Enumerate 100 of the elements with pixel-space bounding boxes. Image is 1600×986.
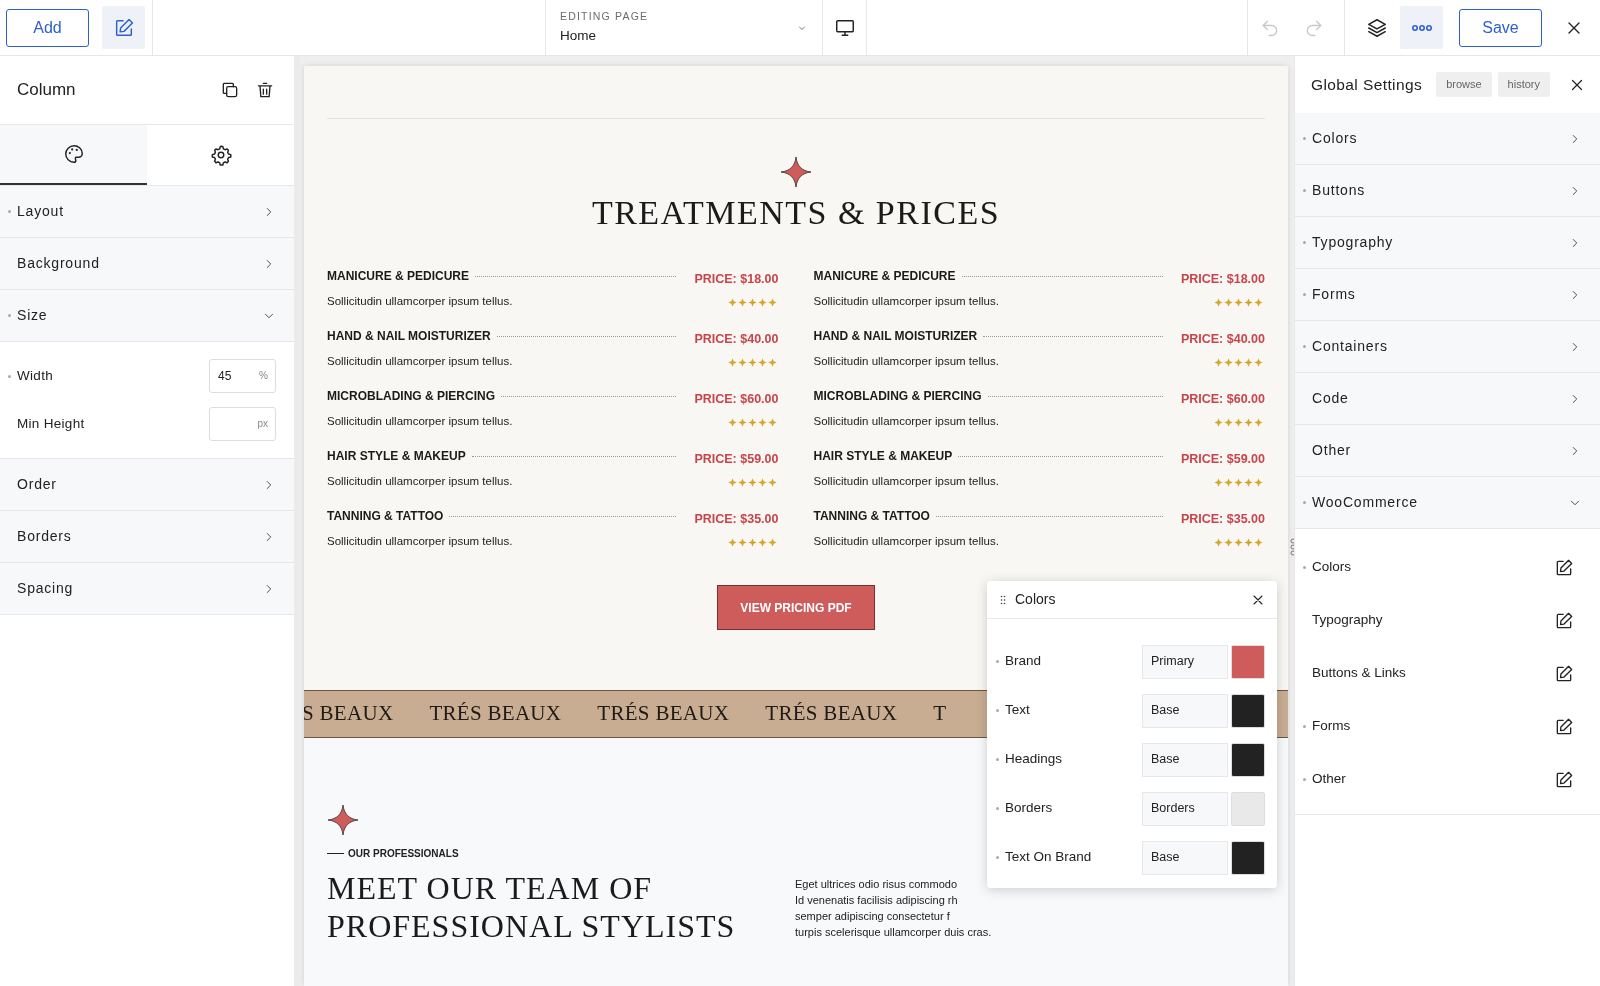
marquee-text: T (933, 700, 947, 728)
treatment-description: Sollicitudin ullamcorper ipsum tellus. (813, 354, 1000, 370)
eyebrow-label: OUR PROFESSIONALS (348, 847, 459, 861)
section-label: Spacing (17, 579, 75, 598)
price-label: PRICE: $40.00 (1180, 330, 1265, 348)
treatment-name: MICROBLADING & PIERCING (813, 388, 982, 405)
treatment-description: Sollicitudin ullamcorper ipsum tellus. (327, 534, 514, 550)
section-label: Borders (17, 527, 73, 546)
color-swatch[interactable] (1231, 742, 1265, 777)
edit-icon[interactable] (1554, 610, 1574, 631)
add-button[interactable]: Add (6, 8, 89, 47)
price-label: PRICE: $59.00 (1180, 450, 1265, 468)
dots-icon (1411, 24, 1432, 31)
section-label: Containers (1312, 337, 1389, 356)
sparkle-icon (327, 804, 359, 836)
marquee-text: TRÉS BEAUX (597, 700, 730, 728)
settings-item[interactable]: Forms (1312, 716, 1554, 737)
settings-item[interactable]: Typography (1312, 610, 1554, 631)
paragraph-line: turpis scelerisque ullamcorper duis cras. (795, 925, 992, 940)
paragraph-line: Eget ultrices odio risus commodo (795, 877, 958, 892)
treatment-description: Sollicitudin ullamcorper ipsum tellus. (813, 534, 1000, 550)
section-header[interactable]: Size (0, 290, 294, 342)
paragraph-line: Id venenatis facilisis adipiscing rh (795, 893, 959, 908)
section-header[interactable]: Background (0, 238, 294, 290)
section-header[interactable]: Other (1295, 425, 1600, 477)
edit-icon[interactable] (1554, 769, 1574, 790)
price-label: PRICE: $18.00 (1180, 270, 1265, 288)
section-header[interactable]: Buttons (1295, 165, 1600, 217)
tag-button[interactable]: browse (1436, 72, 1492, 97)
treatment-name: TANNING & TATTOO (327, 508, 444, 525)
treatment-name: MANICURE & PEDICURE (327, 268, 469, 285)
color-label: Borders (1005, 799, 1054, 818)
panel-title: Global Settings (1311, 74, 1423, 95)
section-header[interactable]: Containers (1295, 321, 1600, 373)
treatment-name: TANNING & TATTOO (813, 508, 930, 525)
settings-item[interactable]: Other (1312, 769, 1554, 790)
color-swatch[interactable] (1231, 693, 1265, 728)
treatment-name: HAND & NAIL MOISTURIZER (813, 328, 978, 345)
section-header[interactable]: Code (1295, 373, 1600, 425)
treatment-description: Sollicitudin ullamcorper ipsum tellus. (327, 354, 514, 370)
color-swatch[interactable] (1231, 791, 1265, 826)
section-heading: TREATMENTS & PRICES (591, 196, 1001, 230)
tag-button[interactable]: history (1497, 72, 1550, 97)
treatment-description: Sollicitudin ullamcorper ipsum tellus. (813, 414, 1000, 430)
edit-icon[interactable] (1554, 716, 1574, 737)
section-label: Colors (1312, 129, 1359, 148)
color-label: Headings (1005, 750, 1064, 769)
marquee-text: S BEAUX (304, 700, 394, 728)
field-label: Width (17, 366, 54, 385)
edit-icon[interactable] (1554, 557, 1574, 578)
section-label: Layout (17, 202, 65, 221)
section-header[interactable]: Layout (0, 186, 294, 238)
settings-item[interactable]: Colors (1312, 557, 1554, 578)
edit-button[interactable] (102, 6, 145, 49)
color-token-select[interactable]: Base (1142, 693, 1228, 728)
save-button[interactable]: Save (1459, 8, 1542, 47)
layers-icon (1365, 16, 1388, 39)
palette-icon (62, 143, 85, 165)
treatment-description: Sollicitudin ullamcorper ipsum tellus. (327, 294, 514, 310)
section-header[interactable]: WooCommerce (1295, 477, 1600, 529)
price-label: PRICE: $40.00 (694, 330, 779, 348)
unit-label: px (257, 417, 268, 431)
color-swatch[interactable] (1231, 644, 1265, 679)
edit-icon[interactable] (1554, 663, 1574, 684)
settings-icon (209, 144, 232, 166)
section-label: Order (17, 475, 58, 494)
section-label: Code (1312, 389, 1350, 408)
section-label: Other (1312, 441, 1352, 460)
treatment-name: HAIR STYLE & MAKEUP (813, 448, 953, 465)
editing-page-label: EDITING PAGE (560, 8, 649, 24)
treatment-description: Sollicitudin ullamcorper ipsum tellus. (327, 414, 514, 430)
unit-label: % (259, 369, 268, 383)
section-label: Background (17, 254, 101, 273)
section-header[interactable]: Borders (0, 511, 294, 563)
color-label: Text (1005, 701, 1031, 720)
popup-title: Colors (1015, 590, 1057, 609)
page-selector[interactable]: EDITING PAGE Home (545, 0, 823, 56)
price-label: PRICE: $35.00 (694, 510, 779, 528)
number-field[interactable] (209, 407, 276, 441)
price-label: PRICE: $18.00 (694, 270, 779, 288)
color-label: Brand (1005, 652, 1043, 671)
color-token-select[interactable]: Primary (1142, 644, 1228, 679)
color-token-select[interactable]: Base (1142, 742, 1228, 777)
trash-icon (255, 80, 275, 100)
color-token-select[interactable]: Borders (1142, 791, 1228, 826)
section-header[interactable]: Order (0, 459, 294, 511)
section-header[interactable]: Colors (1295, 113, 1600, 165)
color-swatch[interactable] (1231, 840, 1265, 875)
section-label: Size (17, 306, 49, 325)
view-pricing-button[interactable]: VIEW PRICING PDF (717, 585, 875, 630)
treatment-name: MICROBLADING & PIERCING (327, 388, 495, 405)
color-token-select[interactable]: Base (1142, 840, 1228, 875)
section-header[interactable]: Spacing (0, 563, 294, 615)
section-label: Typography (1312, 233, 1395, 252)
settings-item[interactable]: Buttons & Links (1312, 663, 1554, 684)
sparkle-icon (780, 156, 812, 188)
section-header[interactable]: Typography (1295, 217, 1600, 269)
section-header[interactable]: Forms (1295, 269, 1600, 321)
panel-tab[interactable] (0, 125, 147, 185)
treatment-name: MANICURE & PEDICURE (813, 268, 956, 285)
